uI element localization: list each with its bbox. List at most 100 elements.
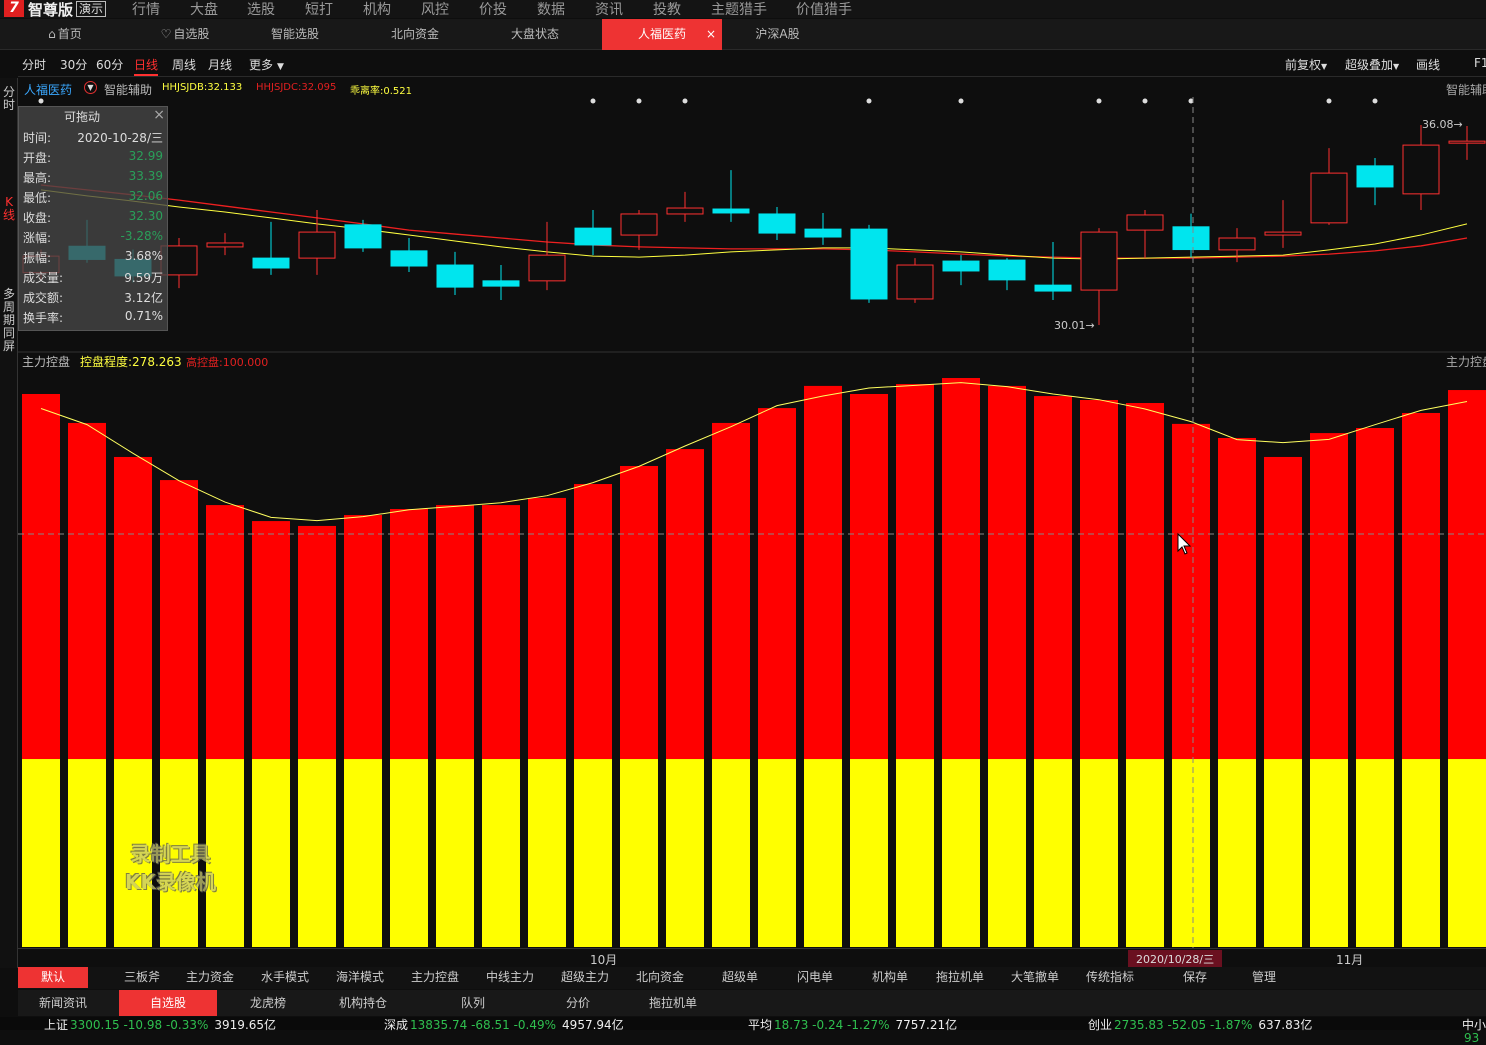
chart-canvas[interactable] bbox=[0, 0, 1486, 966]
indicator-tab[interactable]: 三板斧 bbox=[110, 967, 174, 988]
candle-down[interactable] bbox=[942, 260, 980, 272]
candle-up[interactable] bbox=[620, 213, 658, 236]
infobox-title[interactable]: 可拖动 bbox=[19, 108, 145, 125]
indicator-tab[interactable]: 机构单 bbox=[858, 967, 922, 988]
candle-up[interactable] bbox=[1310, 172, 1348, 224]
candle-down[interactable] bbox=[988, 259, 1026, 281]
high-control-value: 高控盘:100.000 bbox=[186, 356, 269, 369]
control-bar-high bbox=[1218, 437, 1256, 760]
control-bar-high bbox=[114, 456, 152, 760]
candle-up[interactable] bbox=[206, 242, 244, 248]
indicator-tab[interactable]: 默认 bbox=[18, 967, 88, 988]
signal-star-icon bbox=[636, 98, 642, 104]
control-bar-high bbox=[620, 465, 658, 760]
control-bar-base bbox=[1080, 759, 1118, 947]
candle-up[interactable] bbox=[1264, 231, 1302, 236]
candle-down[interactable] bbox=[712, 208, 750, 214]
control-bar-high bbox=[1356, 428, 1394, 760]
index-quote[interactable]: 上证 3300.15 -10.98 -0.33% 3919.65亿 bbox=[44, 1019, 276, 1032]
candle-down[interactable] bbox=[390, 250, 428, 267]
indicator-tab[interactable]: 超级单 bbox=[708, 967, 772, 988]
control-bar-base bbox=[1264, 759, 1302, 947]
signal-star-icon bbox=[866, 98, 872, 104]
index-quote[interactable]: 深成 13835.74 -68.51 -0.49% 4957.94亿 bbox=[384, 1019, 624, 1032]
candle-down[interactable] bbox=[344, 224, 382, 249]
control-bar-base bbox=[1448, 759, 1486, 947]
dropdown-circle-icon[interactable]: ▼ bbox=[84, 81, 97, 94]
control-indicator-name: 主力控盘 bbox=[22, 355, 71, 369]
index-quote[interactable]: 平均 18.73 -0.24 -1.27% 7757.21亿 bbox=[748, 1019, 957, 1032]
candle-up[interactable] bbox=[1080, 231, 1118, 291]
candle-up[interactable] bbox=[298, 231, 336, 259]
info-tab[interactable]: 分价 bbox=[543, 990, 613, 1016]
control-bar-high bbox=[712, 422, 750, 760]
control-bar-high bbox=[1402, 412, 1440, 760]
control-bar-base bbox=[1356, 759, 1394, 947]
candle-down[interactable] bbox=[252, 257, 290, 269]
candle-down[interactable] bbox=[574, 227, 612, 246]
control-bar-base bbox=[574, 759, 612, 947]
hhjsjdb-value: HHJSJDB:32.133 bbox=[162, 82, 243, 93]
candle-down[interactable] bbox=[1172, 226, 1210, 251]
indicator-tab[interactable]: 管理 bbox=[1232, 967, 1296, 988]
candle-up[interactable] bbox=[1218, 237, 1256, 251]
candle-down[interactable] bbox=[436, 264, 474, 288]
candle-up[interactable] bbox=[1448, 140, 1486, 144]
control-degree-value: 控盘程度:278.263 bbox=[80, 355, 182, 369]
indicator-tab[interactable]: 传统指标 bbox=[1078, 967, 1142, 988]
info-tab[interactable]: 龙虎榜 bbox=[233, 990, 303, 1016]
info-row: 最高: 33.39 bbox=[23, 169, 163, 185]
control-bar-base bbox=[22, 759, 60, 947]
cursor-date-label: 2020/10/28/三 bbox=[1128, 950, 1223, 968]
indicator-tab[interactable]: 拖拉机单 bbox=[928, 967, 992, 988]
info-tab[interactable]: 拖拉机单 bbox=[638, 990, 708, 1016]
indicator-tab[interactable]: 闪电单 bbox=[783, 967, 847, 988]
assist-label[interactable]: 智能辅助 bbox=[104, 81, 152, 98]
close-icon[interactable]: × bbox=[153, 107, 165, 123]
info-tab[interactable]: 队列 bbox=[438, 990, 508, 1016]
control-bar-base bbox=[850, 759, 888, 947]
control-bar-base bbox=[1402, 759, 1440, 947]
control-bar-base bbox=[942, 759, 980, 947]
candle-up[interactable] bbox=[666, 207, 704, 215]
candle-up[interactable] bbox=[1402, 144, 1440, 195]
indicator-tab[interactable]: 超级主力 bbox=[553, 967, 617, 988]
signal-star-icon bbox=[958, 98, 964, 104]
candle-down[interactable] bbox=[758, 213, 796, 234]
control-bar-high bbox=[1034, 396, 1072, 760]
candle-up[interactable] bbox=[528, 254, 566, 282]
indicator-tab[interactable]: 主力控盘 bbox=[403, 967, 467, 988]
control-bar-base bbox=[528, 759, 566, 947]
control-bar-base bbox=[1034, 759, 1072, 947]
info-tab[interactable]: 机构持仓 bbox=[328, 990, 398, 1016]
indicator-tab[interactable]: 大笔撤单 bbox=[1003, 967, 1067, 988]
candle-down[interactable] bbox=[850, 228, 888, 300]
info-tab[interactable]: 新闻资讯 bbox=[28, 990, 98, 1016]
indicator-tab[interactable]: 保存 bbox=[1163, 967, 1227, 988]
month-label-nov: 11月 bbox=[1336, 953, 1364, 967]
indicator-tab[interactable]: 主力资金 bbox=[178, 967, 242, 988]
info-tab[interactable]: 自选股 bbox=[119, 990, 217, 1016]
candle-up[interactable] bbox=[1126, 214, 1164, 231]
control-bar-high bbox=[344, 515, 382, 760]
candle-down[interactable] bbox=[804, 228, 842, 238]
control-bar-base bbox=[758, 759, 796, 947]
candle-up[interactable] bbox=[896, 264, 934, 300]
indicator-tab[interactable]: 海洋模式 bbox=[328, 967, 392, 988]
stock-name[interactable]: 人福医药 bbox=[24, 81, 72, 98]
control-bar-high bbox=[666, 449, 704, 760]
index-quote[interactable]: 创业 2735.83 -52.05 -1.87% 637.83亿 bbox=[1088, 1019, 1312, 1032]
candle-down[interactable] bbox=[1356, 165, 1394, 188]
indicator-tab[interactable]: 水手模式 bbox=[253, 967, 317, 988]
info-row: 时间: 2020-10-28/三 bbox=[23, 131, 163, 145]
high-price-label: 36.08→ bbox=[1422, 118, 1463, 131]
candle-down[interactable] bbox=[482, 280, 520, 287]
control-bar-base bbox=[298, 759, 336, 947]
candle-down[interactable] bbox=[1034, 284, 1072, 292]
index-quote[interactable]: 中小93 bbox=[1462, 1019, 1486, 1045]
indicator-tab[interactable]: 中线主力 bbox=[478, 967, 542, 988]
quote-info-box[interactable]: 可拖动 × 时间: 2020-10-28/三 开盘: 32.99 最高: 33.39 最低:… bbox=[18, 106, 168, 331]
indicator-tab[interactable]: 北向资金 bbox=[628, 967, 692, 988]
control-bar-base bbox=[620, 759, 658, 947]
info-row: 收盘: 32.30 bbox=[23, 209, 163, 225]
